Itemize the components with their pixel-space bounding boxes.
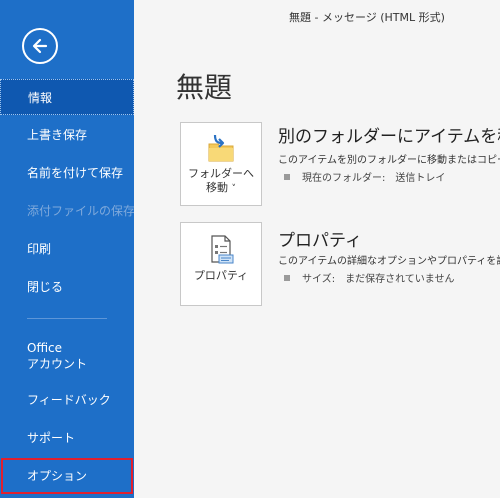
move-tile-line2-row: 移動 ˅ [181,181,261,196]
move-current-folder-text: 現在のフォルダー: 送信トレイ [302,173,446,184]
nav-close[interactable]: 閉じる [0,269,134,305]
move-section-title: 別のフォルダーにアイテムを移動 [278,127,500,147]
back-arrow-icon [32,38,48,54]
nav-office-account-line1: Office [27,341,63,355]
folder-move-icon [208,134,234,162]
properties-button[interactable]: プロパティ [180,222,262,306]
move-section-description: このアイテムを別のフォルダーに移動またはコピー [278,155,500,166]
properties-size-text: サイズ: まだ保存されていません [302,274,455,285]
nav-save-attachments: 添付ファイルの保存 [27,204,136,218]
bullet-square-icon [284,275,290,281]
nav-print[interactable]: 印刷 [0,231,134,267]
nav-office-account[interactable]: Office アカウント [0,336,134,376]
dropdown-caret-icon: ˅ [231,184,237,194]
sidebar-divider [27,318,107,319]
nav-save[interactable]: 上書き保存 [0,117,134,153]
properties-section-title: プロパティ [278,231,362,251]
properties-icon [211,235,234,264]
properties-tile-label: プロパティ [193,269,249,282]
window-title: 無題 - メッセージ (HTML 形式) [289,11,445,24]
properties-size: サイズ: まだ保存されていません [284,270,454,285]
nav-save-as[interactable]: 名前を付けて保存 [0,155,134,191]
properties-section-description: このアイテムの詳細なオプションやプロパティを設定 [278,256,500,267]
backstage-main: 無題 - メッセージ (HTML 形式) 無題 フォルダーへ 移動 ˅ 別のフォ… [134,0,500,498]
nav-office-account-line2: アカウント [27,357,88,371]
move-to-folder-button[interactable]: フォルダーへ 移動 ˅ [180,122,262,206]
bullet-square-icon [284,174,290,180]
page-title: 無題 [176,71,233,104]
nav-support[interactable]: サポート [0,420,134,456]
nav-options[interactable]: オプション [0,457,134,495]
backstage-sidebar: 情報 上書き保存 名前を付けて保存 添付ファイルの保存 印刷 閉じる Offic… [0,0,136,498]
move-tile-line2: 移動 [206,181,228,194]
nav-info[interactable]: 情報 [0,79,134,115]
back-button[interactable] [22,28,58,64]
move-current-folder: 現在のフォルダー: 送信トレイ [284,169,445,184]
move-tile-line1: フォルダーへ [188,167,254,180]
nav-feedback[interactable]: フィードバック [0,382,134,418]
